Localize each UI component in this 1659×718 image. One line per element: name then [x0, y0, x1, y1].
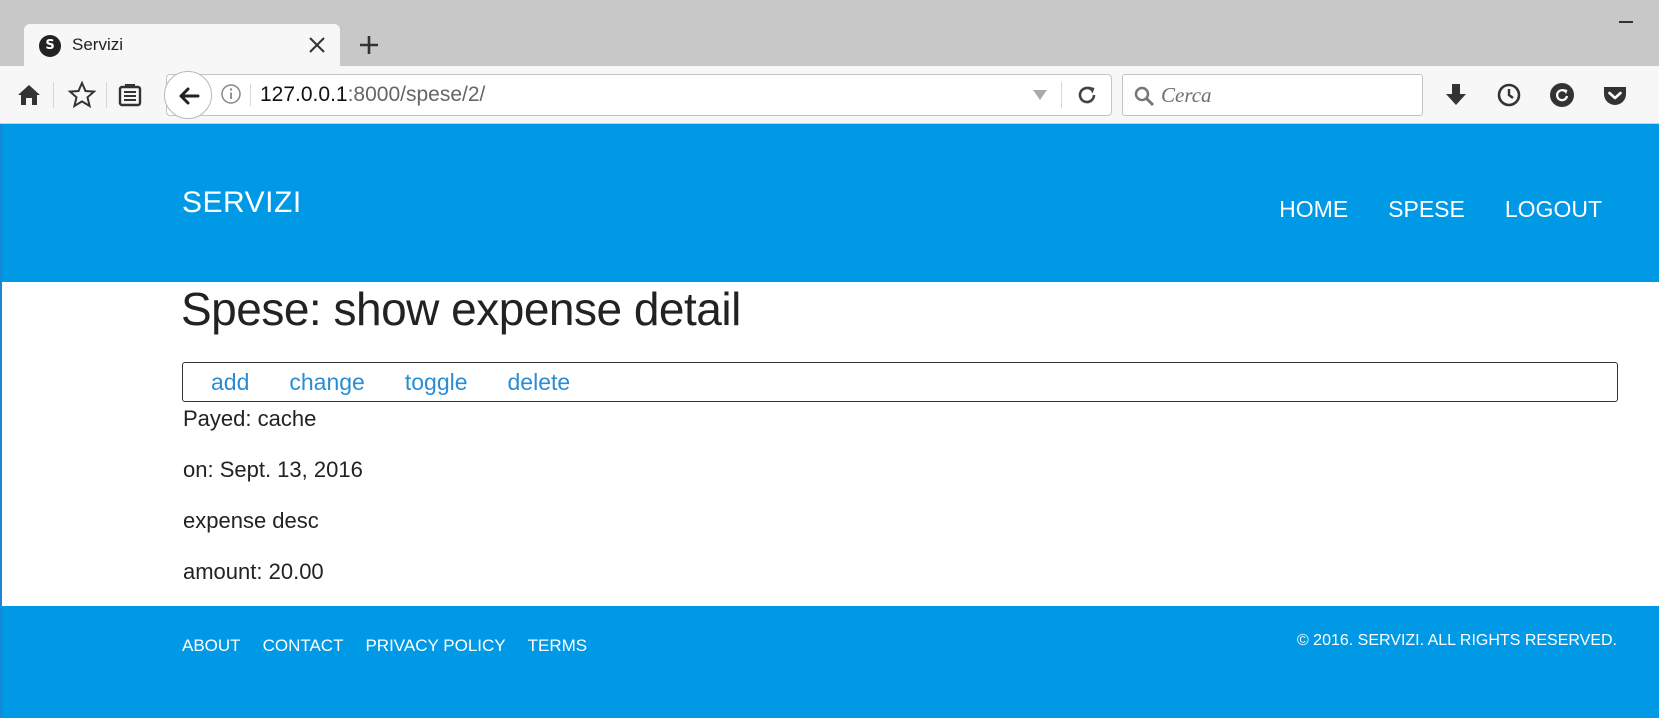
toolbar-divider: [53, 82, 54, 108]
back-arrow-icon: [179, 87, 200, 105]
footer-terms-link[interactable]: TERMS: [528, 636, 588, 656]
pocket-icon[interactable]: [1599, 79, 1631, 111]
nav-logout[interactable]: LOGOUT: [1505, 196, 1602, 223]
history-icon[interactable]: [1493, 79, 1525, 111]
footer-privacy-link[interactable]: PRIVACY POLICY: [365, 636, 505, 656]
url-host: 127.0.0.1: [260, 83, 348, 106]
web-page: SERVIZI HOME SPESE LOGOUT Spese: show ex…: [0, 124, 1659, 718]
footer-links: ABOUT CONTACT PRIVACY POLICY TERMS: [182, 636, 587, 656]
browser-window: S Servizi 127.0.0.1:8000/spese/2/ Cerca …: [0, 0, 1659, 718]
toolbar-divider: [106, 82, 107, 108]
search-icon: [1134, 86, 1155, 107]
description-text: expense desc: [183, 508, 319, 533]
back-button[interactable]: [164, 71, 212, 119]
page-title: Spese: show expense detail: [181, 283, 741, 335]
main-nav: HOME SPESE LOGOUT: [1279, 196, 1602, 223]
download-icon[interactable]: [1440, 79, 1472, 111]
url-text[interactable]: 127.0.0.1:8000/spese/2/: [260, 83, 485, 107]
url-divider: [250, 84, 251, 106]
search-input[interactable]: [1161, 75, 1416, 115]
footer-contact-link[interactable]: CONTACT: [263, 636, 344, 656]
tab-servizi[interactable]: S Servizi: [24, 24, 340, 67]
sync-icon[interactable]: [1546, 79, 1578, 111]
date-text: on: Sept. 13, 2016: [183, 457, 363, 482]
toggle-link[interactable]: toggle: [405, 369, 468, 396]
action-bar: add change toggle delete: [182, 362, 1618, 402]
copyright-text: © 2016. SERVIZI. ALL RIGHTS RESERVED.: [1296, 632, 1617, 649]
add-link[interactable]: add: [211, 369, 249, 396]
search-bar[interactable]: [1122, 74, 1423, 116]
footer-about-link[interactable]: ABOUT: [182, 636, 241, 656]
minimize-icon[interactable]: [1619, 21, 1633, 23]
library-icon[interactable]: [114, 79, 146, 111]
nav-spese[interactable]: SPESE: [1388, 196, 1465, 223]
payed-text: Payed: cache: [183, 406, 317, 431]
nav-toolbar: 127.0.0.1:8000/spese/2/: [0, 66, 1659, 124]
amount-text: amount: 20.00: [183, 559, 324, 584]
nav-home[interactable]: HOME: [1279, 196, 1348, 223]
reload-icon[interactable]: [1072, 80, 1102, 110]
url-path: :8000/spese/2/: [347, 83, 486, 106]
favicon-icon: S: [39, 35, 61, 57]
chevron-down-icon[interactable]: [1032, 89, 1048, 101]
change-link[interactable]: change: [289, 369, 364, 396]
star-icon[interactable]: [66, 79, 98, 111]
tab-title: Servizi: [72, 35, 124, 54]
site-footer: ABOUT CONTACT PRIVACY POLICY TERMS © 201…: [2, 606, 1659, 718]
new-tab-plus-icon[interactable]: [355, 31, 383, 59]
site-header: SERVIZI HOME SPESE LOGOUT: [2, 124, 1659, 282]
url-divider: [1061, 82, 1062, 108]
home-icon[interactable]: [13, 79, 45, 111]
tab-strip: S Servizi: [0, 0, 1659, 67]
close-icon[interactable]: [304, 32, 330, 58]
site-brand-link[interactable]: SERVIZI: [182, 186, 302, 220]
delete-link[interactable]: delete: [508, 369, 571, 396]
info-icon[interactable]: [220, 83, 242, 105]
